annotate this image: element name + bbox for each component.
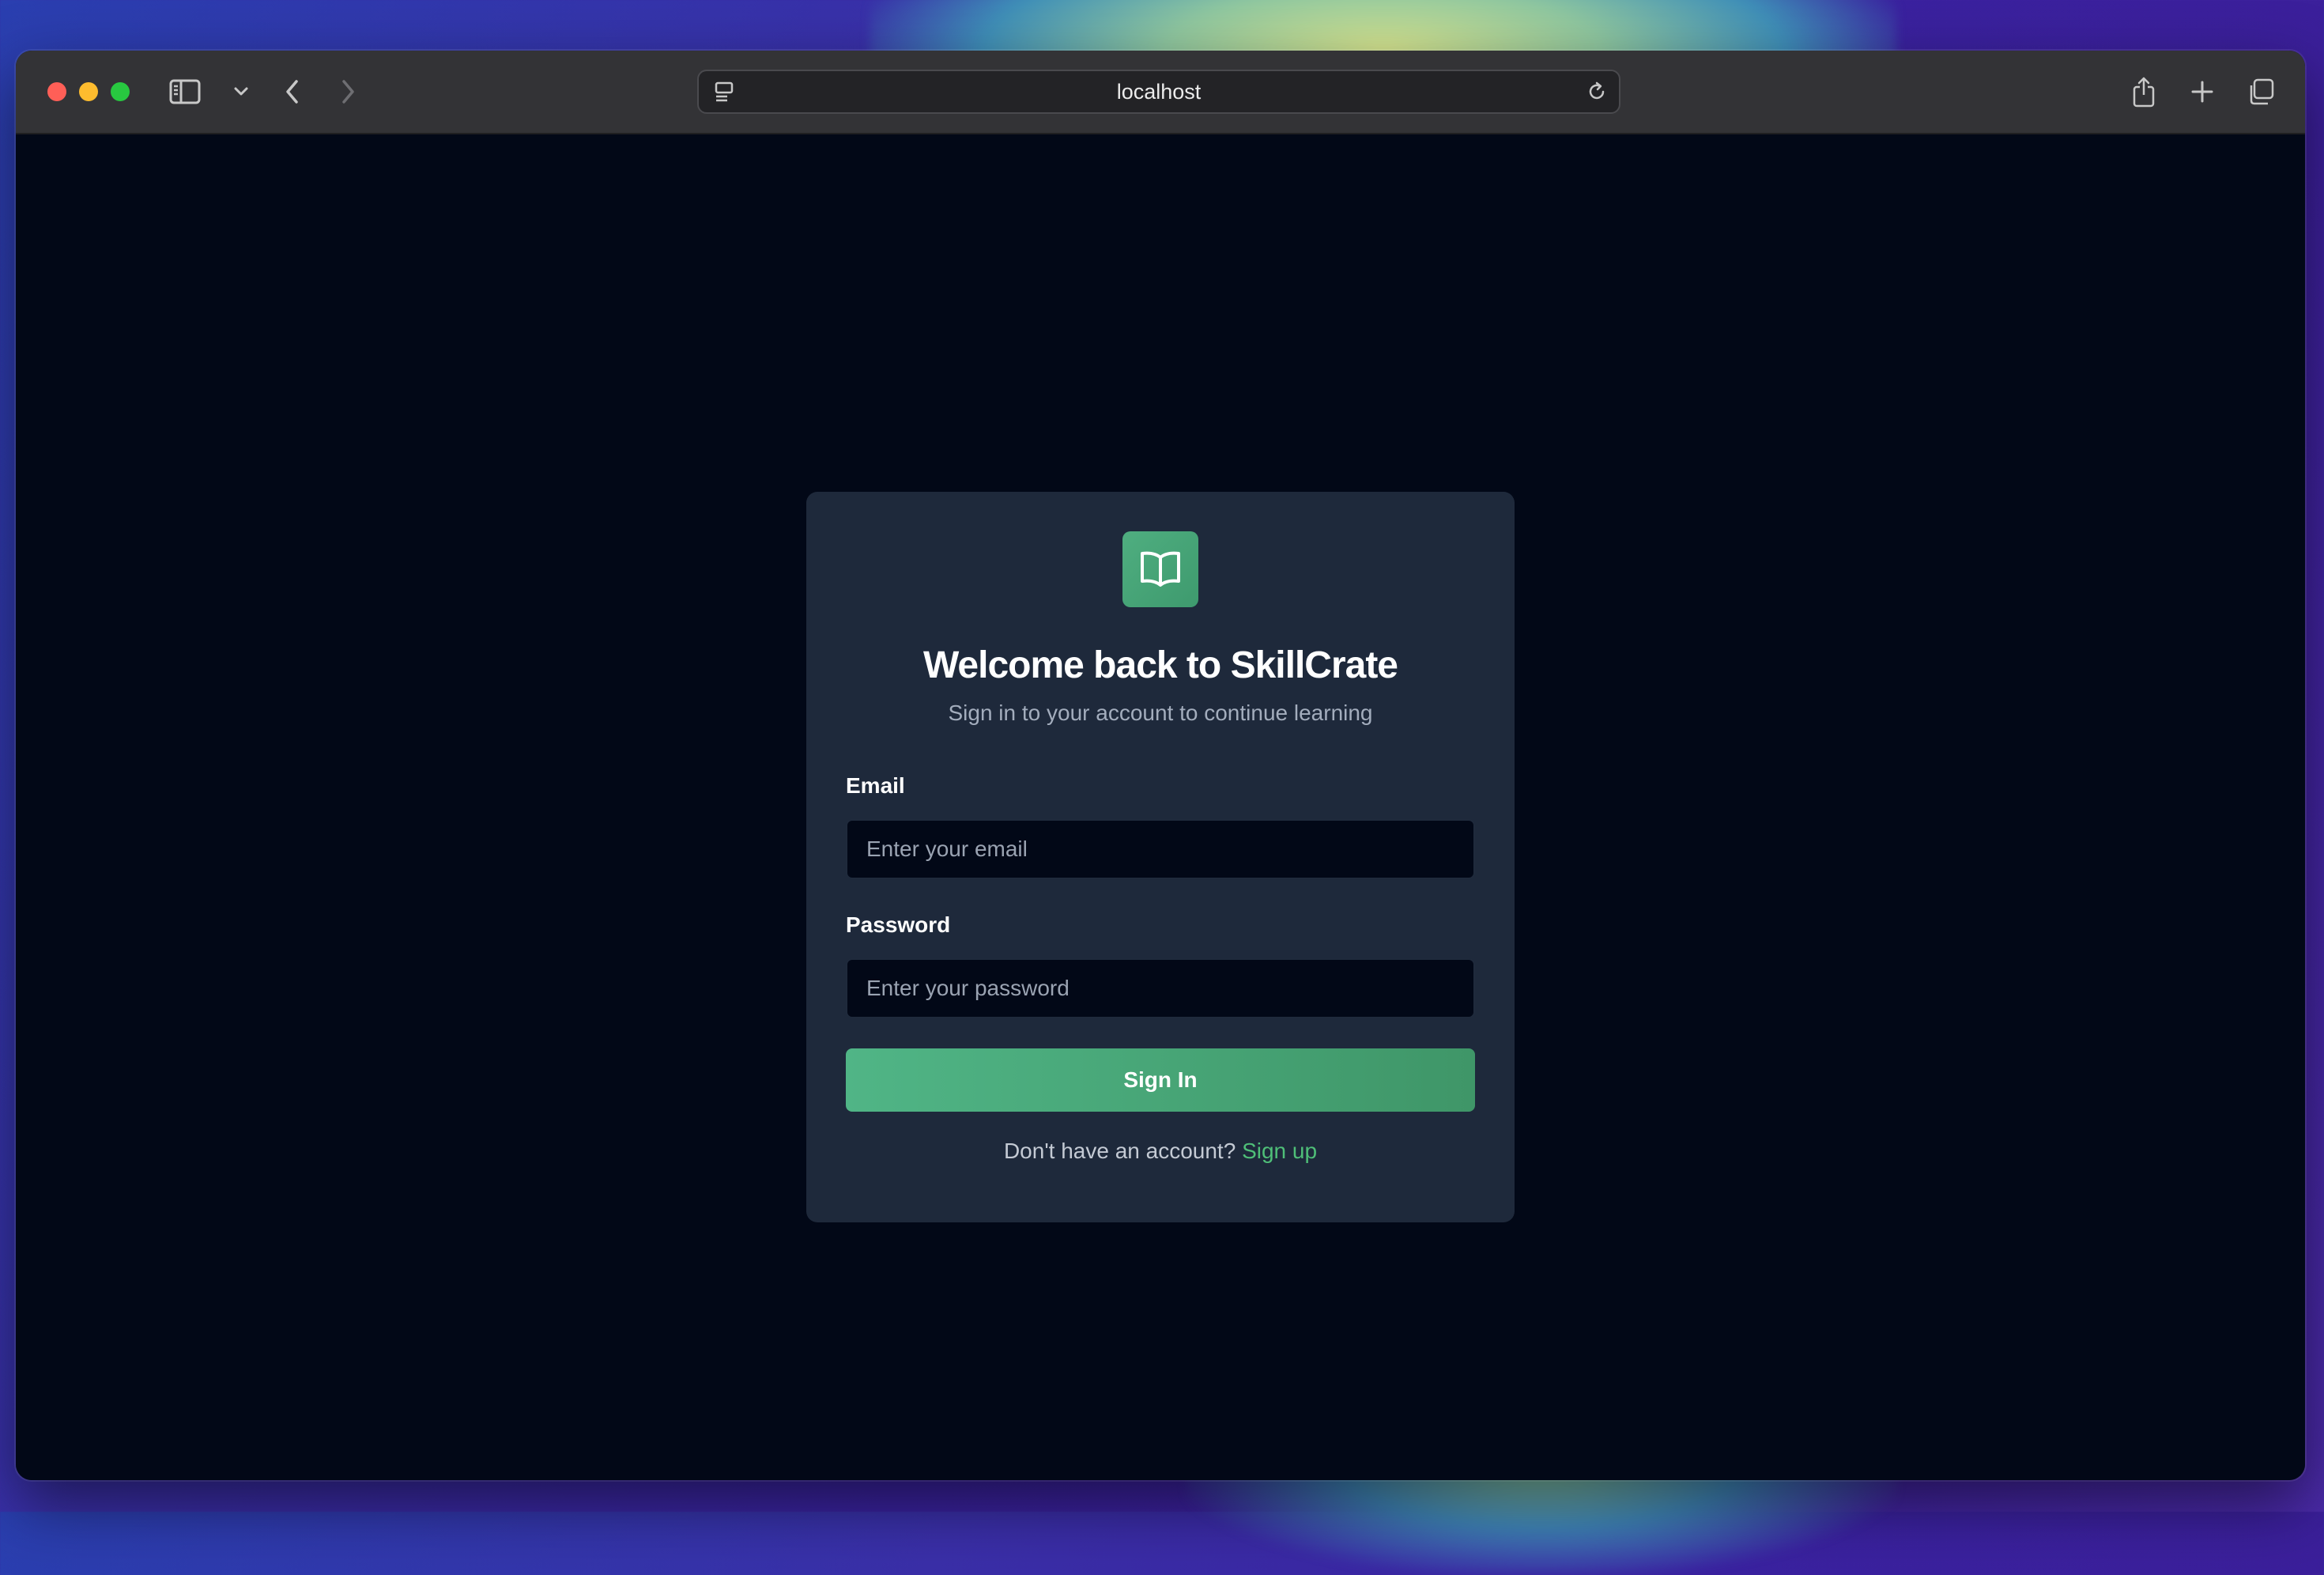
browser-toolbar: localhost <box>16 51 2305 134</box>
url-text[interactable]: localhost <box>699 71 1619 112</box>
zoom-window-button[interactable] <box>111 82 130 101</box>
login-card: Welcome back to SkillCrate Sign in to yo… <box>806 492 1515 1222</box>
chevron-left-icon[interactable] <box>277 71 308 112</box>
signup-prompt-text: Don't have an account? <box>1003 1139 1236 1163</box>
email-field[interactable] <box>846 819 1475 879</box>
close-window-button[interactable] <box>47 82 66 101</box>
sidebar-icon[interactable] <box>166 71 204 112</box>
chevron-down-icon[interactable] <box>229 71 253 112</box>
signup-prompt: Don't have an account? Sign up <box>806 1139 1515 1164</box>
sign-in-button[interactable]: Sign In <box>846 1048 1475 1112</box>
tabs-icon[interactable] <box>2245 71 2277 112</box>
password-label: Password <box>846 912 951 937</box>
open-book-icon <box>1122 531 1198 607</box>
address-bar[interactable]: localhost <box>697 70 1620 114</box>
minimize-window-button[interactable] <box>79 82 98 101</box>
email-label: Email <box>846 773 905 798</box>
chevron-right-icon[interactable] <box>332 71 364 112</box>
reload-icon[interactable] <box>1583 71 1611 112</box>
page-title: Welcome back to SkillCrate <box>922 644 1398 686</box>
plus-icon[interactable] <box>2186 71 2218 112</box>
sign-up-link[interactable]: Sign up <box>1242 1139 1317 1163</box>
page-content: Welcome back to SkillCrate Sign in to yo… <box>16 134 2305 1480</box>
browser-window: localhost Welcome back to SkillCrate Sig… <box>16 51 2305 1480</box>
share-icon[interactable] <box>2128 71 2160 112</box>
password-field[interactable] <box>846 958 1475 1018</box>
page-subtitle: Sign in to your account to continue lear… <box>948 701 1373 725</box>
